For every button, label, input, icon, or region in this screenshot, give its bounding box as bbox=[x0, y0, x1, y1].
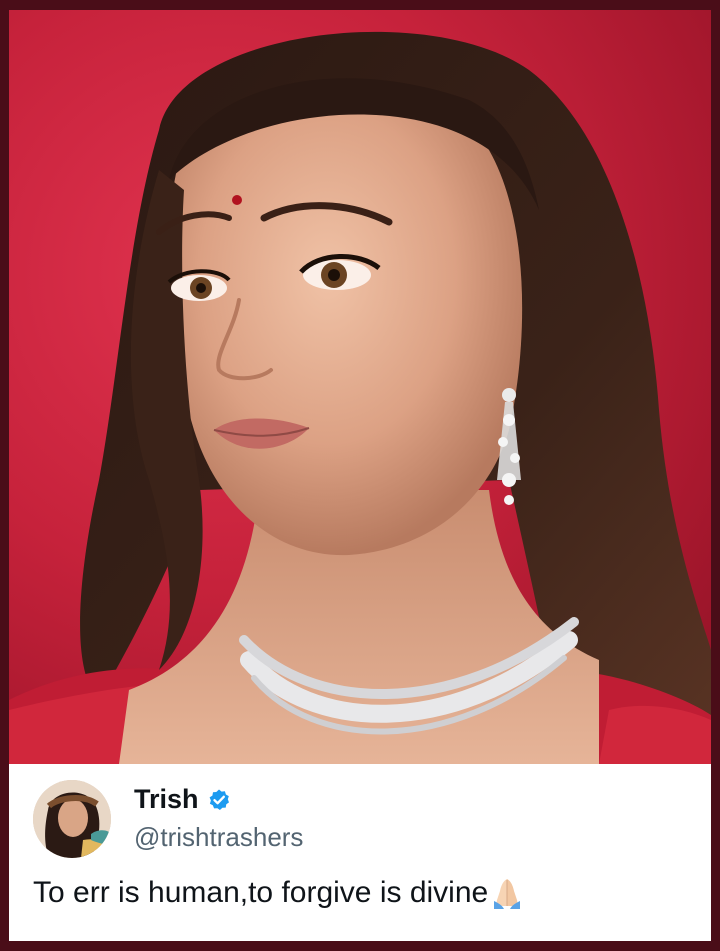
avatar-portrait bbox=[33, 780, 111, 858]
portrait-photo bbox=[9, 10, 711, 764]
profile-avatar[interactable] bbox=[33, 780, 111, 858]
meme-frame: Trish @trishtrashers To err is human,to … bbox=[0, 0, 720, 951]
display-name[interactable]: Trish bbox=[134, 784, 199, 815]
user-handle[interactable]: @trishtrashers bbox=[134, 822, 303, 853]
portrait-illustration bbox=[9, 31, 711, 764]
tweet-text-row: To err is human,to forgive is divine bbox=[33, 876, 524, 910]
display-name-row: Trish bbox=[134, 784, 231, 815]
folded-hands-icon bbox=[490, 876, 524, 910]
tweet-text: To err is human,to forgive is divine bbox=[33, 876, 489, 909]
tweet-card[interactable]: Trish @trishtrashers To err is human,to … bbox=[9, 764, 711, 941]
verified-badge-icon bbox=[207, 788, 231, 812]
